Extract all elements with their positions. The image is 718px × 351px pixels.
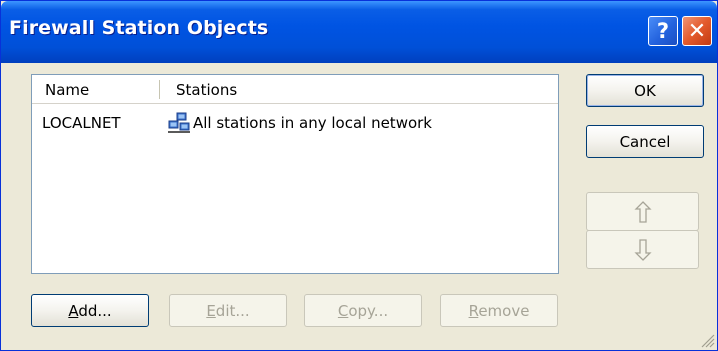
add-button-label: Add... — [68, 302, 111, 320]
move-down-button[interactable] — [586, 230, 699, 269]
remove-mnemonic: R — [468, 301, 479, 320]
row-name: LOCALNET — [42, 114, 121, 132]
edit-button[interactable]: Edit... — [169, 294, 287, 327]
copy-button[interactable]: Copy... — [304, 294, 422, 327]
arrow-up-icon — [633, 200, 652, 223]
cancel-button[interactable]: Cancel — [586, 125, 704, 158]
edit-mnemonic: E — [206, 301, 216, 320]
ok-button-label: OK — [634, 81, 656, 100]
column-divider[interactable] — [159, 80, 160, 99]
copy-mnemonic: C — [337, 301, 349, 320]
add-mnemonic: A — [68, 301, 79, 320]
cancel-button-label: Cancel — [619, 132, 671, 151]
window-title: Firewall Station Objects — [9, 17, 269, 39]
add-button[interactable]: Add... — [31, 294, 149, 327]
ok-button[interactable]: OK — [586, 74, 704, 107]
column-header-name[interactable]: Name — [45, 81, 89, 99]
copy-label-rest: opy... — [348, 301, 389, 320]
title-bar[interactable]: Firewall Station Objects ? ✕ — [1, 1, 717, 63]
move-up-button[interactable] — [586, 192, 699, 231]
row-stations: All stations in any local network — [193, 114, 432, 132]
firewall-station-objects-dialog: Firewall Station Objects ? ✕ Name Statio… — [0, 0, 718, 351]
list-header: Name Stations — [32, 75, 558, 104]
remove-label-rest: emove — [478, 301, 530, 320]
remove-button-label: Remove — [469, 302, 530, 320]
station-objects-list[interactable]: Name Stations LOCALNET All stations in a… — [31, 74, 559, 274]
edit-button-label: Edit... — [206, 302, 249, 320]
help-icon[interactable]: ? — [648, 16, 678, 46]
remove-button[interactable]: Remove — [440, 294, 558, 327]
add-label-rest: dd... — [78, 301, 112, 320]
close-icon[interactable]: ✕ — [682, 16, 712, 46]
network-icon — [168, 112, 190, 133]
column-header-stations[interactable]: Stations — [176, 81, 237, 99]
copy-button-label: Copy... — [338, 302, 388, 320]
size-grip-icon[interactable] — [701, 334, 715, 348]
edit-label-rest: dit... — [215, 301, 250, 320]
arrow-down-icon — [633, 238, 652, 261]
